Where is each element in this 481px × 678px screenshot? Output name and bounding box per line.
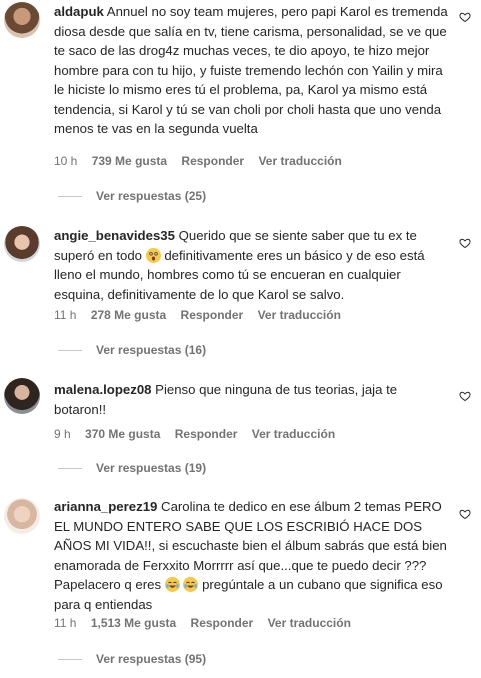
avatar[interactable]: [4, 226, 40, 262]
comment-text: aldapuk Annuel no soy team mujeres, pero…: [54, 2, 450, 139]
avatar[interactable]: [4, 378, 40, 414]
likes-count[interactable]: 739 Me gusta: [92, 154, 167, 168]
comment-meta: 11 h 1,513 Me gusta Responder Ver traduc…: [54, 616, 362, 630]
likes-count[interactable]: 1,513 Me gusta: [91, 616, 176, 630]
replies-divider: [58, 350, 82, 352]
likes-count[interactable]: 370 Me gusta: [85, 427, 160, 441]
like-heart-icon[interactable]: [459, 390, 471, 402]
view-replies-label[interactable]: Ver respuestas (16): [96, 343, 206, 357]
view-replies-label[interactable]: Ver respuestas (95): [96, 652, 206, 666]
comment-meta: 9 h 370 Me gusta Responder Ver traducció…: [54, 427, 346, 441]
view-replies-link[interactable]: Ver respuestas (16): [58, 343, 206, 357]
view-replies-label[interactable]: Ver respuestas (19): [96, 461, 206, 475]
timestamp: 11 h: [54, 308, 77, 322]
view-replies-link[interactable]: Ver respuestas (95): [58, 652, 206, 666]
username[interactable]: malena.lopez08: [54, 382, 151, 397]
username[interactable]: aldapuk: [54, 4, 104, 19]
reply-button[interactable]: Responder: [191, 616, 254, 630]
username[interactable]: arianna_perez19: [54, 499, 157, 514]
username[interactable]: angie_benavides35: [54, 228, 175, 243]
avatar[interactable]: [4, 2, 40, 38]
view-replies-link[interactable]: Ver respuestas (19): [58, 461, 206, 475]
comment-meta: 10 h 739 Me gusta Responder Ver traducci…: [54, 154, 353, 168]
like-heart-icon[interactable]: [459, 508, 471, 520]
timestamp: 11 h: [54, 616, 77, 630]
timestamp: 10 h: [54, 154, 78, 168]
replies-divider: [58, 468, 82, 470]
likes-count[interactable]: 278 Me gusta: [91, 308, 166, 322]
tears-of-joy-icon: [183, 577, 199, 592]
comment-text: arianna_perez19 Carolina te dedico en es…: [54, 497, 450, 614]
astonished-face-icon: [145, 247, 161, 263]
like-heart-icon[interactable]: [459, 11, 471, 23]
translate-link[interactable]: Ver traducción: [268, 616, 351, 630]
reply-button[interactable]: Responder: [175, 427, 238, 441]
replies-divider: [58, 659, 82, 661]
comment-body: Annuel no soy team mujeres, pero papi Ka…: [54, 4, 448, 136]
avatar[interactable]: [4, 498, 40, 534]
translate-link[interactable]: Ver traducción: [258, 308, 341, 322]
reply-button[interactable]: Responder: [181, 154, 244, 168]
view-replies-link[interactable]: Ver respuestas (25): [58, 189, 206, 203]
replies-divider: [58, 196, 82, 198]
comment-text: malena.lopez08 Pienso que ninguna de tus…: [54, 380, 450, 419]
reply-button[interactable]: Responder: [181, 308, 244, 322]
tears-of-joy-icon: [164, 577, 180, 592]
comment-text: angie_benavides35 Querido que se siente …: [54, 226, 450, 304]
translate-link[interactable]: Ver traducción: [252, 427, 335, 441]
like-heart-icon[interactable]: [459, 237, 471, 249]
translate-link[interactable]: Ver traducción: [258, 154, 341, 168]
view-replies-label[interactable]: Ver respuestas (25): [96, 189, 206, 203]
comment-meta: 11 h 278 Me gusta Responder Ver traducci…: [54, 308, 352, 322]
timestamp: 9 h: [54, 427, 71, 441]
